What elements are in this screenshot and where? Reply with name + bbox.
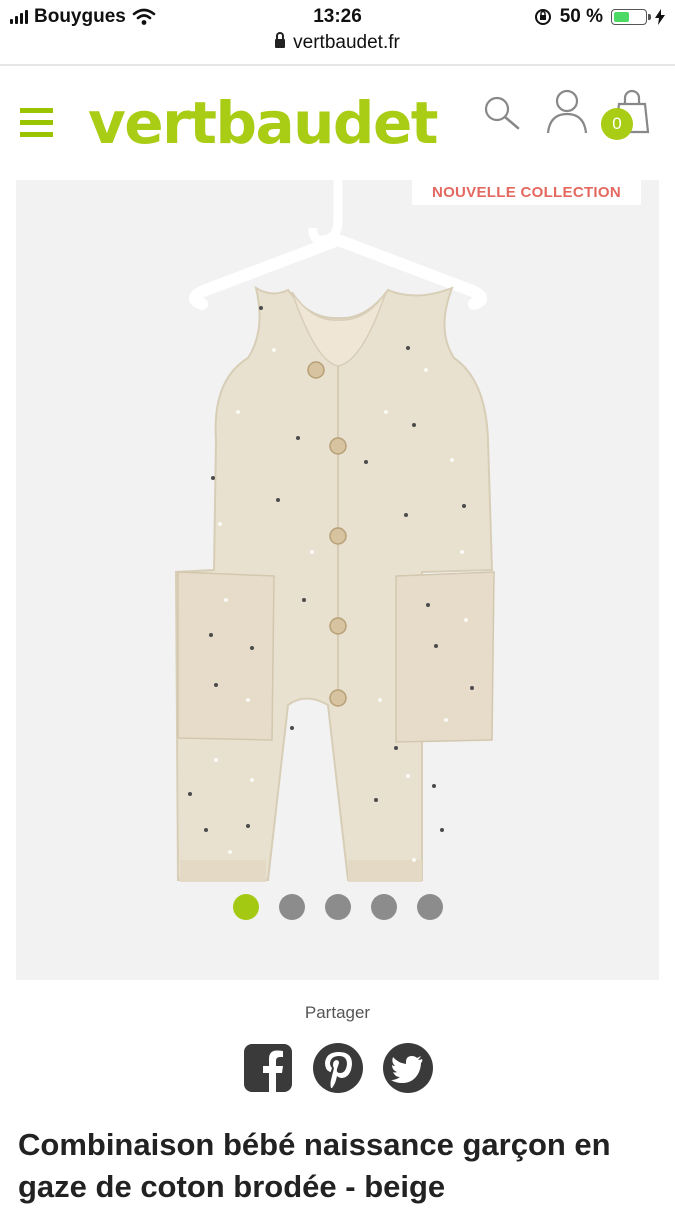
carousel-dot[interactable] — [278, 894, 305, 920]
site-logo[interactable]: vertbaudet — [88, 88, 439, 158]
site-header: vertbaudet — [0, 70, 675, 174]
status-right: 50 % — [534, 6, 665, 28]
carousel-dot[interactable] — [232, 894, 259, 920]
orientation-lock-icon — [534, 9, 551, 25]
product-title: Combinaison bébé naissance garçon en gaz… — [18, 1127, 611, 1204]
cart-count-badge[interactable]: 0 — [601, 108, 633, 140]
share-label: Partager — [304, 1003, 371, 1022]
charging-icon — [655, 9, 665, 25]
facebook-icon[interactable] — [242, 1042, 294, 1094]
url-text: vertbaudet.fr — [293, 32, 400, 53]
carousel-pagination — [0, 894, 675, 920]
battery-percent: 50 % — [559, 6, 603, 27]
menu-icon[interactable] — [20, 108, 53, 138]
new-collection-badge: NOUVELLE COLLECTION — [411, 180, 641, 205]
battery-icon — [611, 9, 651, 25]
search-icon[interactable] — [482, 94, 522, 134]
lock-icon — [275, 32, 286, 48]
status-bar: Bouygues 13:26 50 % vertbaudet.fr — [0, 0, 675, 53]
share-buttons — [0, 1042, 675, 1094]
pinterest-icon[interactable] — [312, 1042, 364, 1094]
url-bar[interactable]: vertbaudet.fr — [0, 32, 675, 54]
account-icon[interactable] — [545, 88, 589, 136]
carousel-dot[interactable] — [416, 894, 443, 920]
product-image-carousel[interactable]: NOUVELLE COLLECTION — [16, 180, 659, 980]
product-photo — [174, 180, 495, 882]
carousel-dot[interactable] — [324, 894, 351, 920]
carousel-dot[interactable] — [370, 894, 397, 920]
twitter-icon[interactable] — [382, 1042, 434, 1094]
divider — [0, 64, 675, 66]
